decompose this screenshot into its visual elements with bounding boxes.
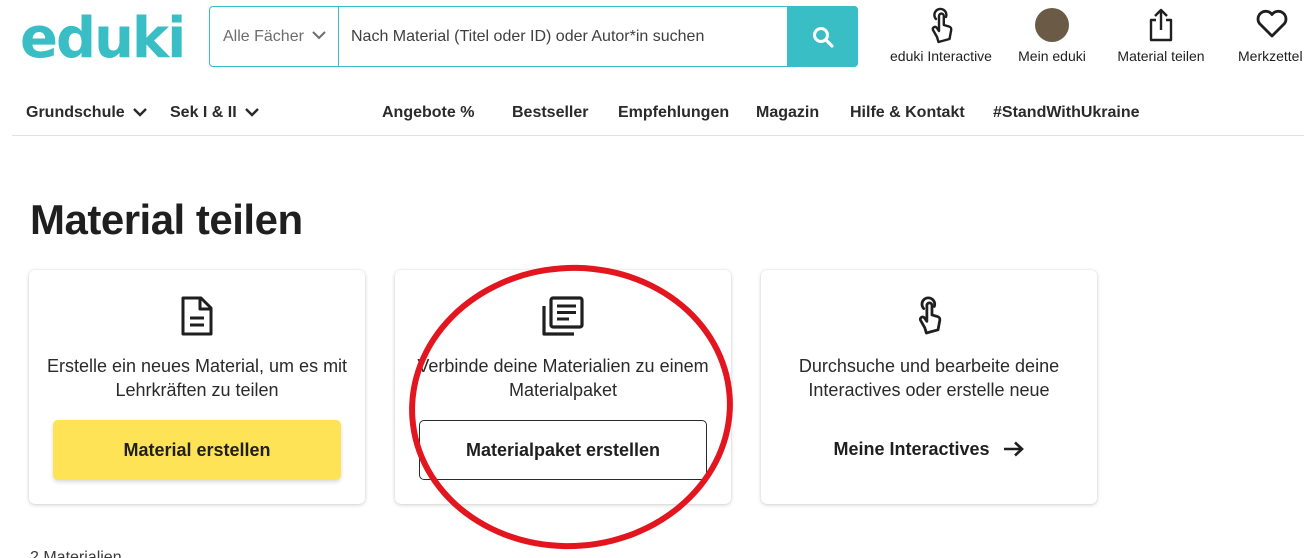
- meine-interactives-label: Meine Interactives: [833, 439, 990, 459]
- nav-label: Grundschule: [26, 104, 125, 121]
- chevron-down-icon: [312, 31, 326, 40]
- heart-icon: [1256, 9, 1288, 38]
- arrow-right-icon: [1003, 441, 1024, 457]
- search-input[interactable]: [340, 7, 786, 66]
- header-icon-label: Merkzettel: [1238, 48, 1303, 64]
- subject-filter-label: Alle Fächer: [223, 28, 304, 45]
- eduki-logo[interactable]: eduki: [20, 6, 186, 72]
- nav-angebote[interactable]: Angebote %: [382, 103, 474, 123]
- nav-empfehlungen[interactable]: Empfehlungen: [618, 103, 729, 123]
- header-icon-label: eduki Interactive: [890, 48, 992, 64]
- material-erstellen-button[interactable]: Material erstellen: [53, 420, 341, 480]
- touch-hand-icon: [931, 7, 953, 44]
- materials-count-text: 2 Materialien: [30, 549, 122, 558]
- card-description: Durchsuche und bearbeite deine Interacti…: [798, 356, 1060, 400]
- document-icon: [181, 296, 213, 336]
- header-icon-label: Material teilen: [1117, 48, 1205, 64]
- search-icon: [813, 27, 834, 48]
- meine-interactives-link[interactable]: Meine Interactives: [785, 420, 1073, 480]
- nav-label: Sek I & II: [170, 104, 237, 121]
- header-icon-label: Mein eduki: [1018, 48, 1086, 64]
- search-button[interactable]: [787, 6, 858, 67]
- page-title: Material teilen: [30, 196, 303, 243]
- stacked-documents-icon: [542, 296, 584, 336]
- header-eduki-interactive[interactable]: eduki Interactive: [884, 6, 998, 66]
- card-meine-interactives: Durchsuche und bearbeite deine Interacti…: [761, 270, 1097, 504]
- nav-grundschule[interactable]: Grundschule: [26, 103, 147, 123]
- nav-sek[interactable]: Sek I & II: [170, 103, 260, 123]
- nav-bestseller[interactable]: Bestseller: [512, 103, 589, 123]
- nav-magazin[interactable]: Magazin: [756, 103, 819, 123]
- nav-hilfe-kontakt[interactable]: Hilfe & Kontakt: [850, 103, 965, 123]
- touch-hand-icon: [918, 296, 942, 335]
- nav-divider: [12, 135, 1304, 136]
- header-material-teilen[interactable]: Material teilen: [1108, 6, 1214, 66]
- card-description: Erstelle ein neues Material, um es mit L…: [46, 356, 348, 400]
- header-mein-eduki[interactable]: Mein eduki: [1005, 6, 1099, 66]
- nav-stand-with-ukraine[interactable]: #StandWithUkraine: [993, 103, 1140, 123]
- card-materialpaket-erstellen: Verbinde deine Materialien zu einem Mate…: [395, 270, 731, 504]
- chevron-down-icon: [133, 107, 147, 117]
- avatar: [1035, 8, 1069, 42]
- share-upload-icon: [1149, 8, 1173, 42]
- chevron-down-icon: [245, 107, 260, 117]
- materialpaket-erstellen-button[interactable]: Materialpaket erstellen: [419, 420, 707, 480]
- card-material-erstellen: Erstelle ein neues Material, um es mit L…: [29, 270, 365, 504]
- card-description: Verbinde deine Materialien zu einem Mate…: [417, 356, 709, 400]
- subject-filter-dropdown[interactable]: Alle Fächer: [210, 7, 339, 66]
- header-merkzettel[interactable]: Merkzettel: [1232, 6, 1304, 66]
- search-bar: Alle Fächer: [209, 6, 858, 67]
